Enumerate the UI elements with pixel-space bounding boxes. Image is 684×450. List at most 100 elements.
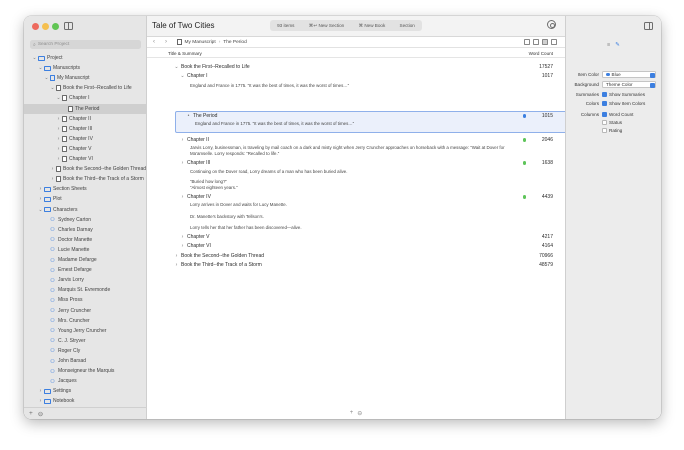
- new-section-button[interactable]: ⌘↩ New Section: [309, 23, 345, 29]
- sidebar-item[interactable]: ⚇ Monseigneur the Marquis: [24, 366, 147, 376]
- chevron-down-icon[interactable]: ⌄: [174, 64, 179, 70]
- chevron-right-icon[interactable]: ›: [180, 194, 185, 200]
- word-count-column[interactable]: Word Count: [529, 51, 553, 56]
- character-icon: ⚇: [50, 308, 55, 314]
- sidebar-item[interactable]: ⌄ Manuscripts: [24, 63, 147, 73]
- show-summaries-checkbox[interactable]: Show Summaries: [602, 92, 645, 97]
- list-settings-icon[interactable]: ≡: [607, 42, 610, 48]
- sidebar-item[interactable]: ⚇ Sydney Carton: [24, 215, 147, 225]
- title-summary-column[interactable]: Title & Summary: [168, 51, 202, 56]
- sidebar-item[interactable]: › Notebook: [24, 396, 147, 406]
- search-input[interactable]: [37, 42, 141, 47]
- outline-view-icon[interactable]: [542, 39, 548, 45]
- sidebar-item[interactable]: ⚇ Madame Defarge: [24, 255, 147, 265]
- chevron-right-icon[interactable]: ›: [56, 126, 61, 132]
- sidebar-item[interactable]: ⚇ Jerry Cruncher: [24, 306, 147, 316]
- add-row-button[interactable]: +: [350, 410, 354, 416]
- chevron-right-icon[interactable]: ›: [180, 234, 185, 240]
- chevron-right-icon[interactable]: ›: [56, 146, 61, 152]
- chevron-right-icon[interactable]: ›: [180, 160, 185, 166]
- minimize-window-button[interactable]: [42, 23, 49, 30]
- chevron-right-icon[interactable]: ›: [38, 388, 43, 394]
- sidebar-item[interactable]: ⚇ Charles Darnay: [24, 225, 147, 235]
- chevron-right-icon[interactable]: ›: [56, 156, 61, 162]
- word-count-checkbox[interactable]: Word Count: [602, 112, 633, 117]
- sidebar-item[interactable]: ⚇ Jarvis Lorry: [24, 275, 147, 285]
- sidebar-item[interactable]: › Chapter VI: [24, 154, 147, 164]
- sidebar-item[interactable]: ⚇ Ernest Defarge: [24, 265, 147, 275]
- chevron-right-icon[interactable]: ›: [38, 196, 43, 202]
- sidebar-item[interactable]: The Period: [24, 103, 147, 114]
- sidebar-item[interactable]: ⚇ John Barsad: [24, 356, 147, 366]
- chevron-right-icon[interactable]: ›: [50, 176, 55, 182]
- corkboard-view-icon[interactable]: [533, 39, 539, 45]
- sidebar-item[interactable]: ⌄ My Manuscript: [24, 73, 147, 83]
- chevron-down-icon[interactable]: ⌄: [180, 73, 185, 79]
- sidebar-item[interactable]: › Chapter II: [24, 114, 147, 124]
- chevron-right-icon[interactable]: ›: [174, 253, 179, 259]
- list-view-icon[interactable]: [551, 39, 557, 45]
- section-button[interactable]: Section: [400, 23, 415, 28]
- editor-view-icon[interactable]: [524, 39, 530, 45]
- item-color-popup[interactable]: Blue: [602, 71, 656, 78]
- sidebar-item[interactable]: ⚇ Jacques: [24, 376, 147, 386]
- chevron-down-icon[interactable]: ⌄: [32, 55, 37, 61]
- sidebar-item[interactable]: ⚇ C. J. Stryver: [24, 336, 147, 346]
- sidebar-item[interactable]: › Chapter IV: [24, 134, 147, 144]
- chevron-down-icon[interactable]: ⌄: [50, 85, 55, 91]
- chevron-right-icon[interactable]: ›: [174, 262, 179, 268]
- chevron-right-icon[interactable]: ›: [180, 243, 185, 249]
- sidebar-item[interactable]: ⌄ Chapter I: [24, 93, 147, 103]
- chevron-down-icon[interactable]: ⌄: [44, 75, 49, 81]
- sidebar-item[interactable]: ⚇ Miss Pross: [24, 295, 147, 305]
- sidebar-item[interactable]: › Book the Third--the Track of a Storm: [24, 174, 147, 184]
- sidebar-item[interactable]: ⚇ Doctor Manette: [24, 235, 147, 245]
- more-options-icon[interactable]: ⊖: [38, 410, 43, 418]
- zoom-window-button[interactable]: [52, 23, 59, 30]
- chevron-right-icon[interactable]: ›: [50, 166, 55, 172]
- chevron-right-icon[interactable]: ›: [56, 116, 61, 122]
- sidebar-item[interactable]: ⚇ Lucie Manette: [24, 245, 147, 255]
- add-item-button[interactable]: +: [29, 410, 33, 417]
- chevron-down-icon[interactable]: ⌄: [38, 65, 43, 71]
- chevron-down-icon[interactable]: ⌄: [56, 95, 61, 101]
- background-popup[interactable]: Theme Color: [602, 81, 656, 88]
- word-count: 4217: [541, 234, 553, 240]
- sidebar-item[interactable]: ⌄ Characters: [24, 205, 147, 215]
- sidebar-item[interactable]: › Chapter V: [24, 144, 147, 154]
- sidebar-item[interactable]: › Settings: [24, 386, 147, 396]
- chevron-right-icon[interactable]: ›: [180, 137, 185, 143]
- crumb-the-period[interactable]: The Period: [223, 40, 246, 45]
- sidebar-item[interactable]: › Book the Second--the Golden Thread: [24, 164, 147, 174]
- inspector-toggle-icon[interactable]: [644, 22, 653, 30]
- chevron-right-icon[interactable]: ›: [38, 186, 43, 192]
- sidebar-item[interactable]: › Chapter III: [24, 124, 147, 134]
- sidebar-toggle-icon[interactable]: [64, 22, 73, 30]
- gear-icon[interactable]: [547, 20, 556, 29]
- sidebar-item[interactable]: ⌄ Book the First--Recalled to Life: [24, 83, 147, 93]
- columns-row: Columns Word Count: [566, 112, 661, 119]
- sidebar-item[interactable]: ⚇ Roger Cly: [24, 346, 147, 356]
- chevron-right-icon[interactable]: ›: [56, 136, 61, 142]
- forward-chevron-icon[interactable]: ›: [165, 39, 171, 45]
- chevron-down-icon[interactable]: ⌄: [38, 207, 43, 213]
- rating-checkbox[interactable]: Rating: [602, 128, 622, 133]
- status-checkbox[interactable]: Status: [602, 120, 622, 125]
- sidebar-item[interactable]: ⚇ Marquis St. Evremonde: [24, 285, 147, 295]
- sidebar-item[interactable]: ⚇ Mrs. Cruncher: [24, 316, 147, 326]
- crumb-my-manuscript[interactable]: My Manuscript: [185, 40, 216, 45]
- sidebar-item[interactable]: ⌄ Project: [24, 53, 147, 63]
- brush-icon[interactable]: ✎: [615, 42, 620, 48]
- sidebar-item-label: Ernest Defarge: [58, 267, 92, 274]
- sidebar-item[interactable]: › Plot: [24, 194, 147, 204]
- sidebar-item[interactable]: › Section Sheets: [24, 184, 147, 194]
- row-title: Chapter V: [187, 234, 210, 240]
- more-options-icon[interactable]: ⊖: [357, 410, 362, 417]
- chevron-right-icon[interactable]: ›: [38, 398, 43, 404]
- new-book-button[interactable]: ⌘ New Book: [358, 23, 385, 29]
- show-item-colors-checkbox[interactable]: Show Item Colors: [602, 101, 645, 106]
- sidebar-item-label: Book the Second--the Golden Thread: [63, 166, 147, 173]
- sidebar-item[interactable]: ⚇ Young Jerry Cruncher: [24, 326, 147, 336]
- back-chevron-icon[interactable]: ‹: [153, 39, 159, 45]
- close-window-button[interactable]: [32, 23, 39, 30]
